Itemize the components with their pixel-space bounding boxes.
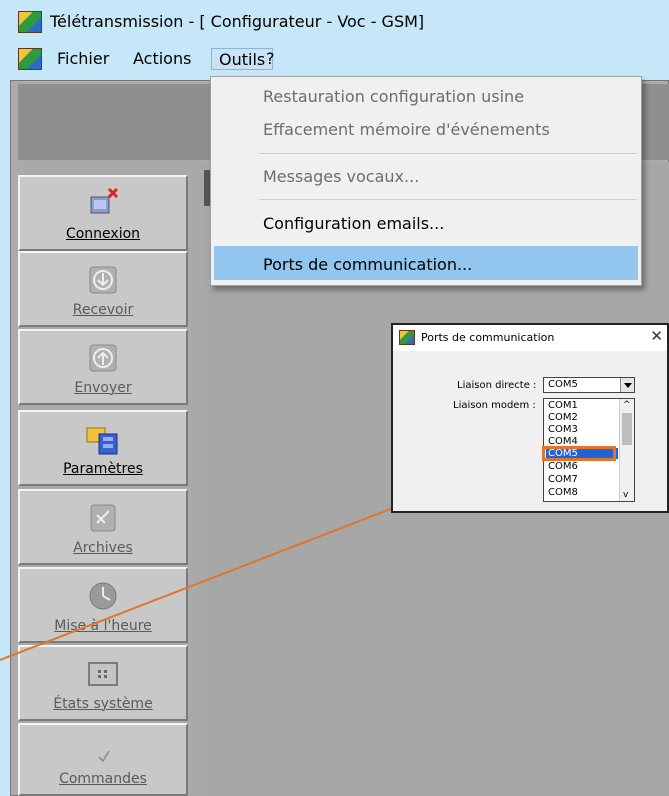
liaison-directe-select[interactable]: COM5: [543, 377, 635, 393]
dialog-app-icon: [399, 330, 415, 345]
ports-dialog: Ports de communication ✕ Liaison directe…: [391, 323, 669, 513]
scroll-thumb[interactable]: [622, 413, 632, 445]
list-item[interactable]: COM1: [546, 400, 618, 411]
liaison-directe-label: Liaison directe :: [457, 380, 537, 391]
list-item[interactable]: COM8: [546, 487, 618, 498]
chevron-down-icon[interactable]: [620, 378, 634, 392]
list-scrollbar[interactable]: ^ v: [619, 399, 634, 501]
list-item[interactable]: COM7: [546, 474, 618, 485]
list-item[interactable]: COM3: [546, 424, 618, 435]
scroll-down-icon[interactable]: v: [623, 490, 628, 500]
scroll-up-icon[interactable]: ^: [623, 400, 631, 410]
liaison-modem-label: Liaison modem :: [453, 400, 536, 411]
dialog-title-bar: Ports de communication ✕: [393, 325, 667, 351]
dialog-title: Ports de communication: [421, 331, 555, 344]
selected-port: COM5: [548, 379, 578, 390]
list-item[interactable]: COM6: [546, 461, 618, 472]
selection-callout-box: [542, 446, 616, 461]
list-item[interactable]: COM2: [546, 412, 618, 423]
close-icon[interactable]: ✕: [650, 327, 663, 345]
